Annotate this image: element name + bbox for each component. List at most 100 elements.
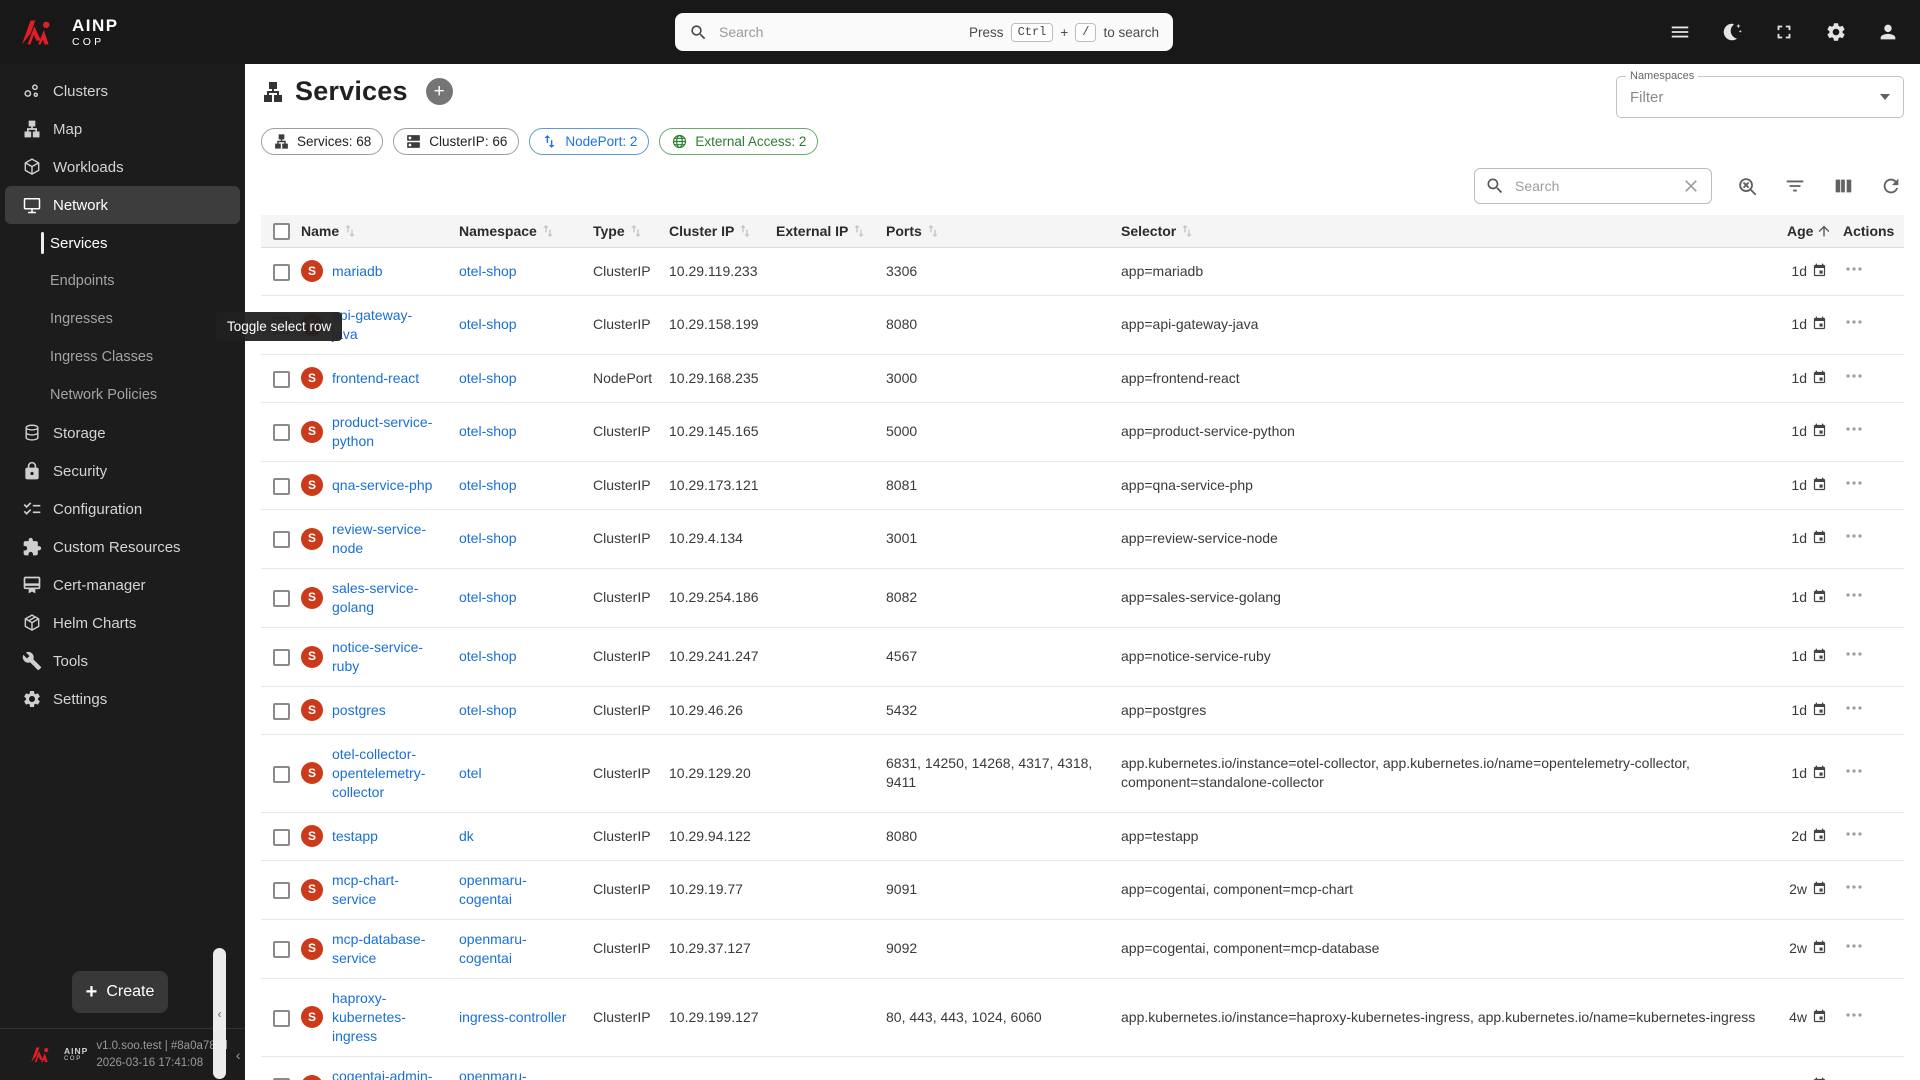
sidebar-item-workloads[interactable]: Workloads xyxy=(5,148,240,186)
namespace-link[interactable]: otel-shop xyxy=(459,263,517,279)
column-header-age[interactable]: Age xyxy=(1787,215,1843,248)
service-name-link[interactable]: notice-service-ruby xyxy=(332,638,434,676)
column-header-cluster-ip[interactable]: Cluster IP xyxy=(669,215,776,248)
chip-nodeport[interactable]: NodePort: 2 xyxy=(529,128,650,155)
sidebar-item-security[interactable]: Security xyxy=(5,452,240,490)
more-actions-icon[interactable] xyxy=(1843,823,1865,845)
more-actions-icon[interactable] xyxy=(1843,525,1865,547)
filter-button[interactable] xyxy=(1784,174,1808,198)
sidebar-item-storage[interactable]: Storage xyxy=(5,414,240,452)
row-checkbox[interactable] xyxy=(272,702,290,720)
sidebar-item-custom-resources[interactable]: Custom Resources xyxy=(5,528,240,566)
service-name-link[interactable]: postgres xyxy=(332,701,386,720)
create-button[interactable]: + Create xyxy=(72,971,168,1013)
table-search[interactable] xyxy=(1474,168,1712,204)
row-checkbox[interactable] xyxy=(272,828,290,846)
sidebar-item-network[interactable]: Network xyxy=(5,186,240,224)
more-actions-icon[interactable] xyxy=(1843,643,1865,665)
row-checkbox[interactable] xyxy=(272,941,290,959)
sidebar-item-settings[interactable]: Settings xyxy=(5,680,240,718)
service-name-link[interactable]: qna-service-php xyxy=(332,476,432,495)
namespace-link[interactable]: otel-shop xyxy=(459,530,517,546)
row-checkbox[interactable] xyxy=(272,882,290,900)
more-actions-icon[interactable] xyxy=(1843,760,1865,782)
service-name-link[interactable]: mariadb xyxy=(332,262,383,281)
namespaces-filter[interactable]: Namespaces Filter xyxy=(1616,70,1904,118)
service-name-link[interactable]: frontend-react xyxy=(332,369,419,388)
app-logo[interactable]: AINP COP xyxy=(0,17,245,48)
namespace-link[interactable]: openmaru-cogentai xyxy=(459,931,527,966)
column-header-name[interactable]: Name xyxy=(301,215,459,248)
namespace-link[interactable]: otel-shop xyxy=(459,648,517,664)
chip-external-access[interactable]: External Access: 2 xyxy=(659,128,819,155)
sidebar-item-configuration[interactable]: Configuration xyxy=(5,490,240,528)
namespace-link[interactable]: openmaru-cogentai xyxy=(459,1068,527,1080)
service-name-link[interactable]: api-gateway-java xyxy=(332,306,434,344)
select-all-checkbox[interactable] xyxy=(272,222,290,240)
chip-services[interactable]: Services: 68 xyxy=(261,128,384,155)
row-checkbox[interactable] xyxy=(272,531,290,549)
sidebar-item-ingresses[interactable]: Ingresses xyxy=(0,300,245,338)
add-service-button[interactable]: + xyxy=(425,78,453,105)
sidebar-item-network-policies[interactable]: Network Policies xyxy=(0,376,245,414)
row-checkbox[interactable] xyxy=(272,1009,290,1027)
service-name-link[interactable]: sales-service-golang xyxy=(332,579,434,617)
sidebar-item-helm-charts[interactable]: Helm Charts xyxy=(5,604,240,642)
sidebar-item-clusters[interactable]: Clusters xyxy=(5,72,240,110)
namespace-link[interactable]: otel-shop xyxy=(459,370,517,386)
search-off-button[interactable] xyxy=(1736,174,1760,198)
service-name-link[interactable]: mcp-database-service xyxy=(332,930,434,968)
columns-button[interactable] xyxy=(1832,174,1856,198)
sidebar-item-cert-manager[interactable]: Cert-manager xyxy=(5,566,240,604)
table-search-input[interactable] xyxy=(1513,177,1673,195)
row-checkbox[interactable] xyxy=(272,590,290,608)
namespace-link[interactable]: otel-shop xyxy=(459,316,517,332)
sidebar-item-map[interactable]: Map xyxy=(5,110,240,148)
service-name-link[interactable]: cogentai-admin-service xyxy=(332,1067,434,1080)
chip-clusterip[interactable]: ClusterIP: 66 xyxy=(393,128,520,155)
service-name-link[interactable]: product-service-python xyxy=(332,413,434,451)
namespace-link[interactable]: otel xyxy=(459,765,482,781)
more-actions-icon[interactable] xyxy=(1843,258,1865,280)
clear-search-icon[interactable] xyxy=(1681,176,1701,196)
column-header-selector[interactable]: Selector xyxy=(1121,215,1787,248)
namespace-link[interactable]: otel-shop xyxy=(459,423,517,439)
column-header-external-ip[interactable]: External IP xyxy=(776,215,886,248)
sidebar-item-ingress-classes[interactable]: Ingress Classes xyxy=(0,338,245,376)
more-actions-icon[interactable] xyxy=(1843,876,1865,898)
chevron-left-icon[interactable]: ‹ xyxy=(236,1047,243,1063)
row-checkbox[interactable] xyxy=(272,263,290,281)
more-actions-icon[interactable] xyxy=(1843,697,1865,719)
more-actions-icon[interactable] xyxy=(1843,472,1865,494)
more-actions-icon[interactable] xyxy=(1843,1072,1865,1080)
refresh-button[interactable] xyxy=(1880,174,1904,198)
column-header-ports[interactable]: Ports xyxy=(886,215,1121,248)
row-checkbox[interactable] xyxy=(272,477,290,495)
more-actions-icon[interactable] xyxy=(1843,584,1865,606)
settings-button[interactable] xyxy=(1816,12,1856,52)
menu-button[interactable] xyxy=(1660,12,1700,52)
column-header-type[interactable]: Type xyxy=(593,215,669,248)
service-name-link[interactable]: haproxy-kubernetes-ingress xyxy=(332,989,434,1046)
namespace-link[interactable]: otel-shop xyxy=(459,589,517,605)
row-checkbox[interactable] xyxy=(272,424,290,442)
global-search[interactable]: Press Ctrl + / to search xyxy=(675,13,1173,51)
namespace-link[interactable]: dk xyxy=(459,828,474,844)
row-checkbox[interactable] xyxy=(272,765,290,783)
namespace-link[interactable]: openmaru-cogentai xyxy=(459,872,527,907)
service-name-link[interactable]: mcp-chart-service xyxy=(332,871,434,909)
service-name-link[interactable]: review-service-node xyxy=(332,520,434,558)
row-checkbox[interactable] xyxy=(272,370,290,388)
more-actions-icon[interactable] xyxy=(1843,365,1865,387)
row-checkbox[interactable] xyxy=(272,649,290,667)
global-search-input[interactable] xyxy=(717,23,961,41)
service-name-link[interactable]: otel-collector-opentelemetry-collector xyxy=(332,745,434,802)
namespace-link[interactable]: otel-shop xyxy=(459,702,517,718)
more-actions-icon[interactable] xyxy=(1843,935,1865,957)
fullscreen-button[interactable] xyxy=(1764,12,1804,52)
sidebar-item-tools[interactable]: Tools xyxy=(5,642,240,680)
sidebar-item-services[interactable]: Services xyxy=(0,224,245,262)
namespace-link[interactable]: otel-shop xyxy=(459,477,517,493)
namespace-link[interactable]: ingress-controller xyxy=(459,1009,566,1025)
more-actions-icon[interactable] xyxy=(1843,311,1865,333)
